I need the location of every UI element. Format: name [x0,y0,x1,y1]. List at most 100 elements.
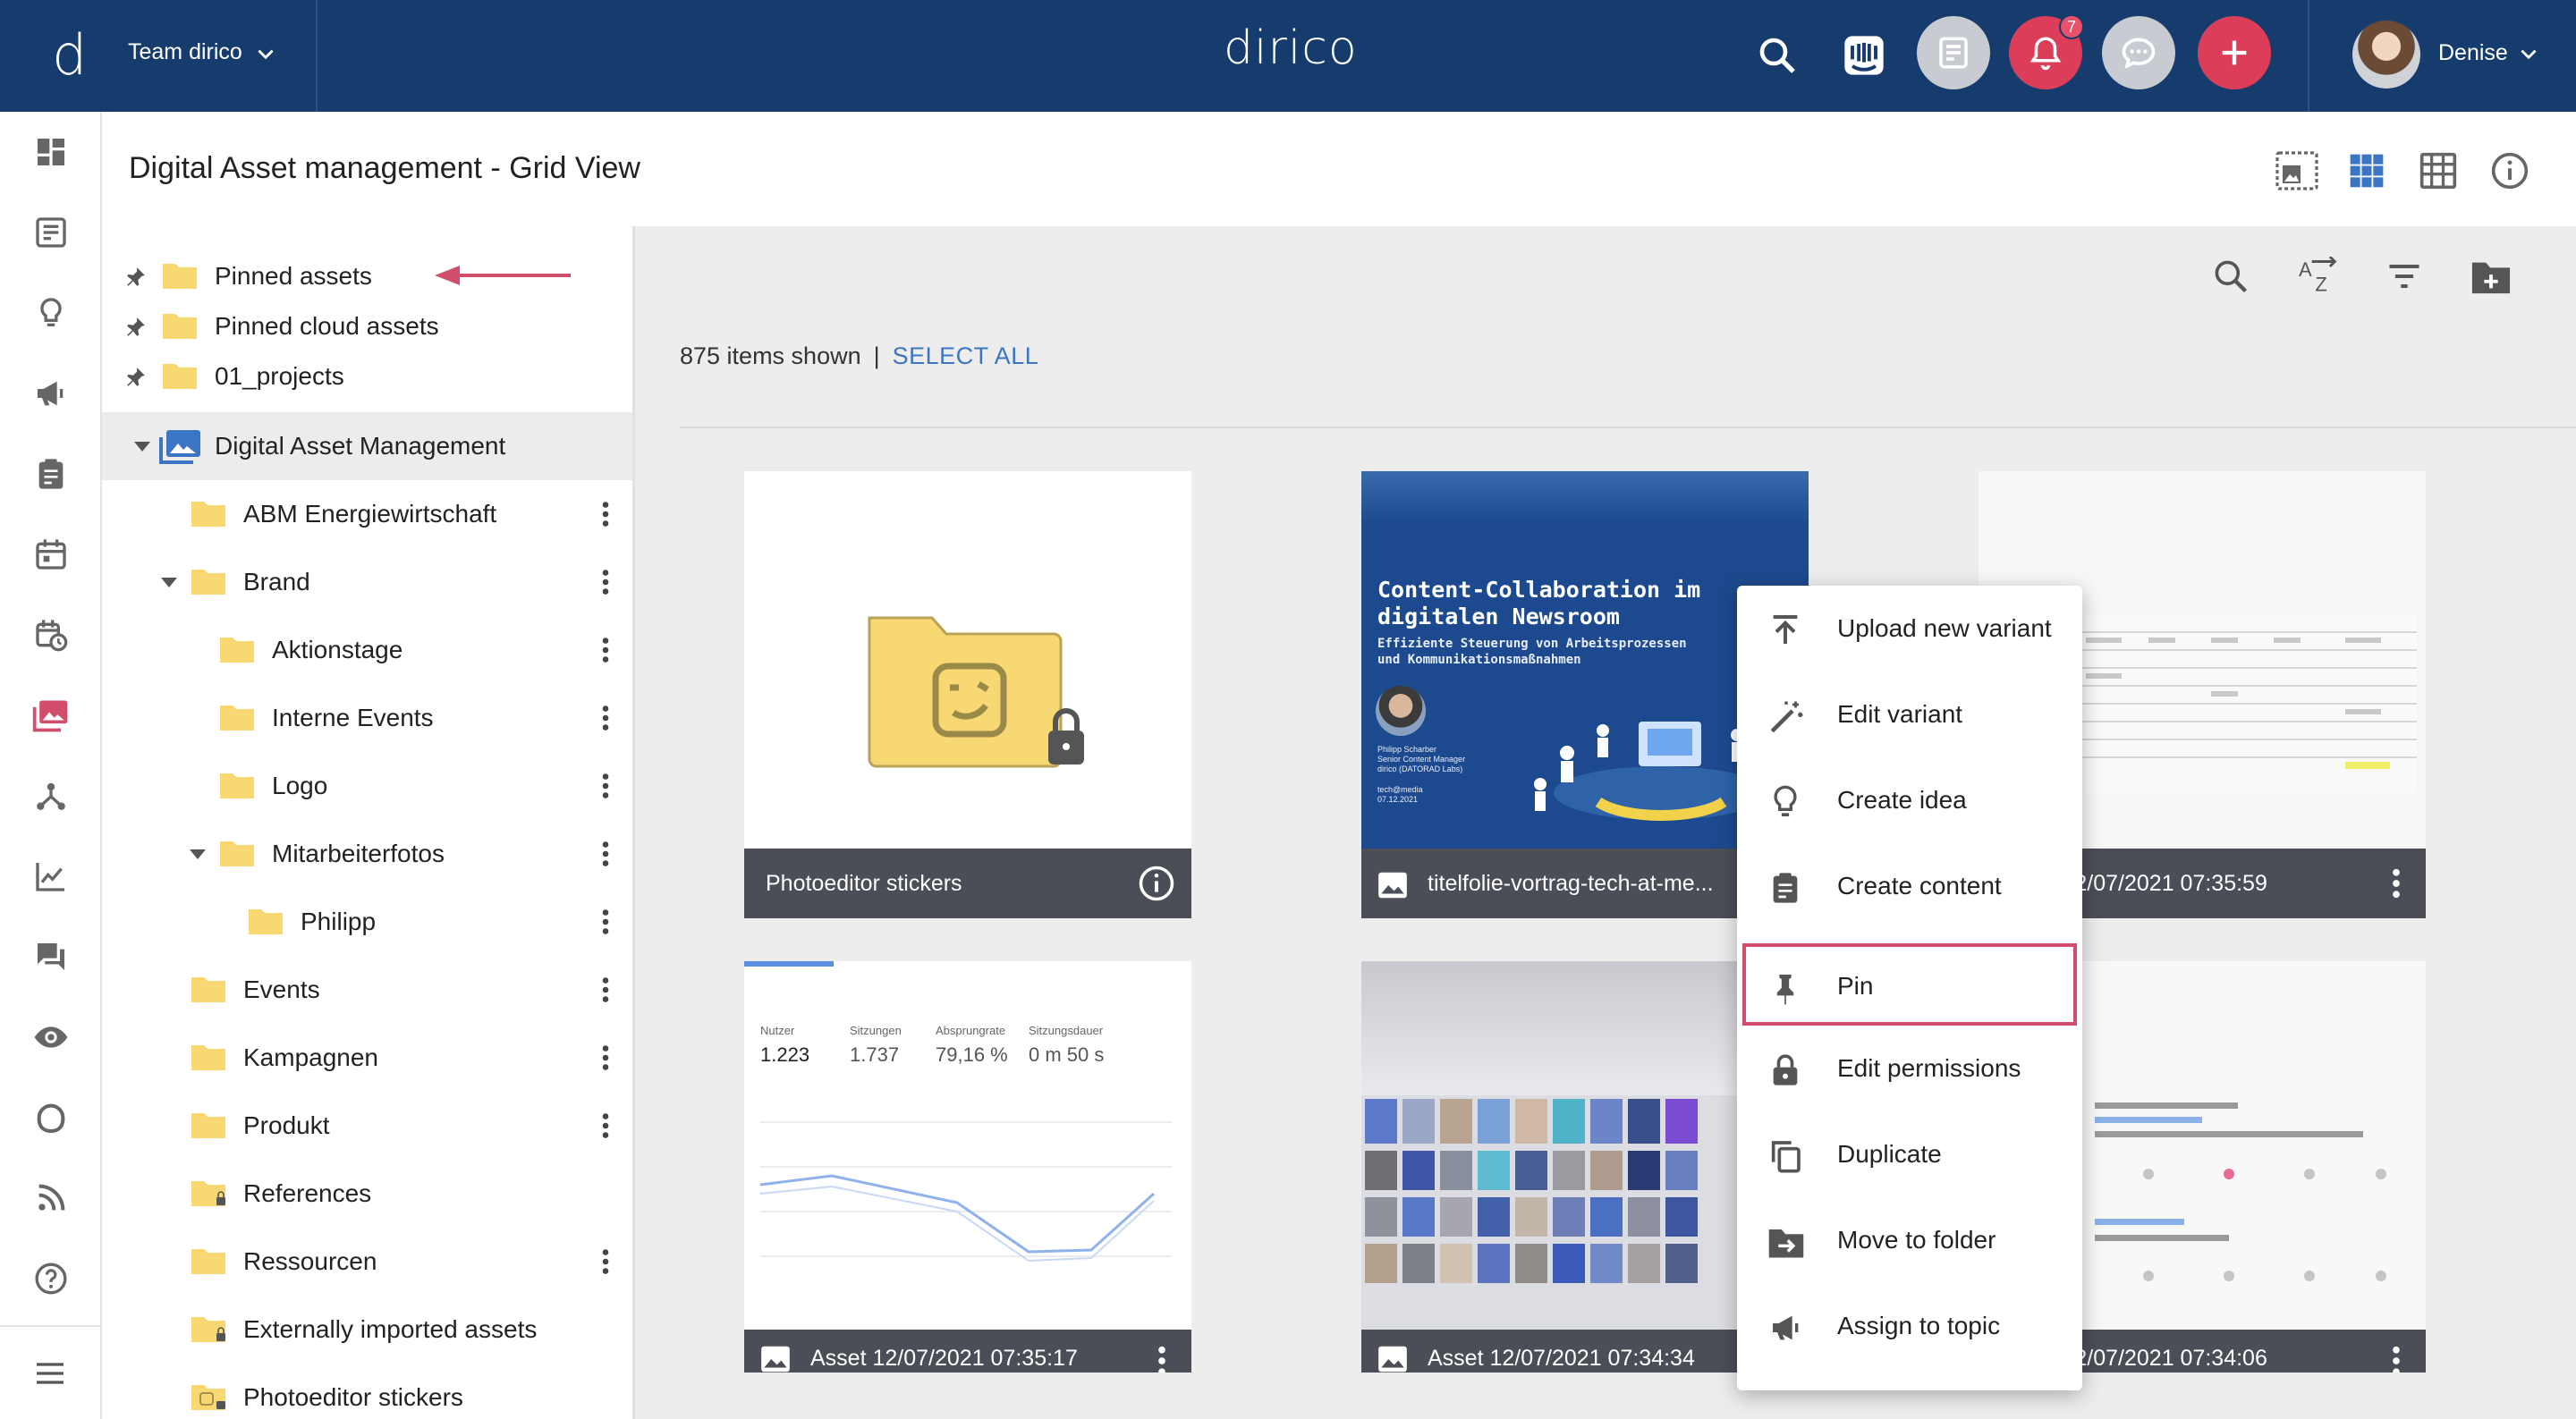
new-folder-icon[interactable] [2470,257,2512,296]
more-options-icon[interactable] [592,770,619,802]
more-options-icon[interactable] [2383,865,2410,902]
team-switcher[interactable]: d Team dirico [0,0,318,112]
menu-item-move-to-folder[interactable]: Move to folder [1737,1197,2082,1283]
team-name[interactable]: Team dirico [128,39,242,65]
menu-toggle[interactable] [0,1325,100,1419]
forum-icon[interactable] [30,936,72,977]
tree-item-label[interactable]: Brand [243,568,310,596]
pin-icon[interactable] [123,366,147,389]
menu-item-create-idea[interactable]: Create idea [1737,757,2082,843]
tree-item-label[interactable]: Photoeditor stickers [243,1383,463,1412]
tree-item-label[interactable]: Interne Events [272,704,434,732]
menu-item-create-content[interactable]: Create content [1737,843,2082,929]
gallery-view-icon[interactable] [2275,151,2318,190]
menu-item-duplicate[interactable]: Duplicate [1737,1111,2082,1197]
chevron-down-icon[interactable] [254,43,277,66]
pinned-folder-row[interactable]: 01_projects [102,342,632,410]
tree-item-label[interactable]: Events [243,976,320,1004]
grid-view-icon[interactable] [2347,151,2386,190]
headset-icon[interactable] [30,1097,72,1138]
more-options-icon[interactable] [592,906,619,938]
tree-item-label[interactable]: References [243,1179,371,1208]
more-options-icon[interactable] [2383,1342,2410,1373]
tree-item-label[interactable]: Philipp [301,908,376,936]
tree-folder-row[interactable]: Kampagnen [102,1024,632,1092]
tree-root-row[interactable]: Digital Asset Management [102,412,632,480]
tree-folder-row[interactable]: References [102,1160,632,1228]
tree-item-label[interactable]: Mitarbeiterfotos [272,840,445,868]
more-options-icon[interactable] [592,1246,619,1278]
select-all-link[interactable]: SELECT ALL [893,342,1039,369]
lightbulb-icon[interactable] [30,292,72,334]
info-icon[interactable] [1138,865,1175,902]
tree-item-label[interactable]: Ressourcen [243,1247,377,1276]
dashboard-icon[interactable] [30,131,72,173]
avatar[interactable] [2352,21,2420,89]
images-icon[interactable] [30,695,72,736]
tree-item-label[interactable]: Kampagnen [243,1043,378,1072]
info-icon[interactable] [2490,151,2529,190]
tree-item-label[interactable]: Aktionstage [272,636,402,664]
tree-folder-row[interactable]: Mitarbeiterfotos [102,820,632,888]
search-icon[interactable] [1756,34,1799,77]
tree-item-label[interactable]: 01_projects [215,362,344,391]
tree-folder-row[interactable]: Events [102,956,632,1024]
checklist-icon[interactable] [30,212,72,253]
rss-icon[interactable] [30,1178,72,1219]
calendar-clock-icon[interactable] [30,614,72,655]
tasks-button[interactable] [1917,16,1990,89]
pin-icon[interactable] [123,266,147,289]
tree-folder-row[interactable]: ABM Energiewirtschaft [102,480,632,548]
help-icon[interactable] [30,1258,72,1299]
asset-card-image[interactable]: Nutzer Sitzungen Absprungrate Sitzungsda… [744,961,1191,1373]
more-options-icon[interactable] [592,1110,619,1142]
chat-button[interactable] [2102,16,2175,89]
intercom-icon[interactable] [1841,32,1887,79]
user-menu[interactable]: Denise [2308,0,2576,112]
search-icon[interactable] [2211,257,2250,296]
tree-item-label[interactable]: Externally imported assets [243,1315,537,1344]
tree-folder-row[interactable]: Ressourcen [102,1228,632,1296]
eye-icon[interactable] [30,1017,72,1058]
caret-down-icon[interactable] [188,847,208,861]
menu-item-assign-to-topic[interactable]: Assign to topic [1737,1283,2082,1369]
more-options-icon[interactable] [592,702,619,734]
tree-item-label[interactable]: Pinned assets [215,262,372,291]
more-options-icon[interactable] [1148,1342,1175,1373]
tree-folder-row[interactable]: Interne Events [102,684,632,752]
create-button[interactable] [2198,16,2271,89]
tree-folder-row[interactable]: Brand [102,548,632,616]
more-options-icon[interactable] [592,566,619,598]
menu-item-edit-permissions[interactable]: Edit permissions [1737,1026,2082,1111]
tree-folder-row[interactable]: Produkt [102,1092,632,1160]
hamburger-icon[interactable] [32,1356,68,1391]
caret-down-icon[interactable] [132,439,152,453]
user-name[interactable]: Denise [2438,40,2508,66]
more-options-icon[interactable] [592,838,619,870]
menu-item-edit-variant[interactable]: Edit variant [1737,671,2082,757]
analytics-icon[interactable] [30,856,72,897]
caret-down-icon[interactable] [159,575,179,589]
chevron-down-icon[interactable] [2517,43,2540,66]
table-view-icon[interactable] [2419,151,2458,190]
tree-item-label[interactable]: Produkt [243,1111,330,1140]
pin-icon[interactable] [123,316,147,339]
dirico-logo[interactable]: d [52,21,106,89]
more-options-icon[interactable] [592,1042,619,1074]
more-options-icon[interactable] [592,634,619,666]
tree-folder-row[interactable]: Aktionstage [102,616,632,684]
tree-folder-row[interactable]: Philipp [102,888,632,956]
clipboard-icon[interactable] [30,453,72,494]
network-icon[interactable] [30,775,72,816]
calendar-icon[interactable] [30,534,72,575]
sort-alphabetical-icon[interactable]: AZ [2297,257,2340,296]
more-options-icon[interactable] [592,498,619,530]
asset-card-folder[interactable]: Photoeditor stickers [744,471,1191,918]
menu-item-pin[interactable]: Pin [1742,943,2077,1026]
tree-folder-row[interactable]: Externally imported assets [102,1296,632,1364]
tree-item-label[interactable]: Logo [272,772,327,800]
tree-item-label[interactable]: ABM Energiewirtschaft [243,500,496,528]
tree-folder-row[interactable]: Logo [102,752,632,820]
megaphone-icon[interactable] [30,373,72,414]
more-options-icon[interactable] [592,974,619,1006]
